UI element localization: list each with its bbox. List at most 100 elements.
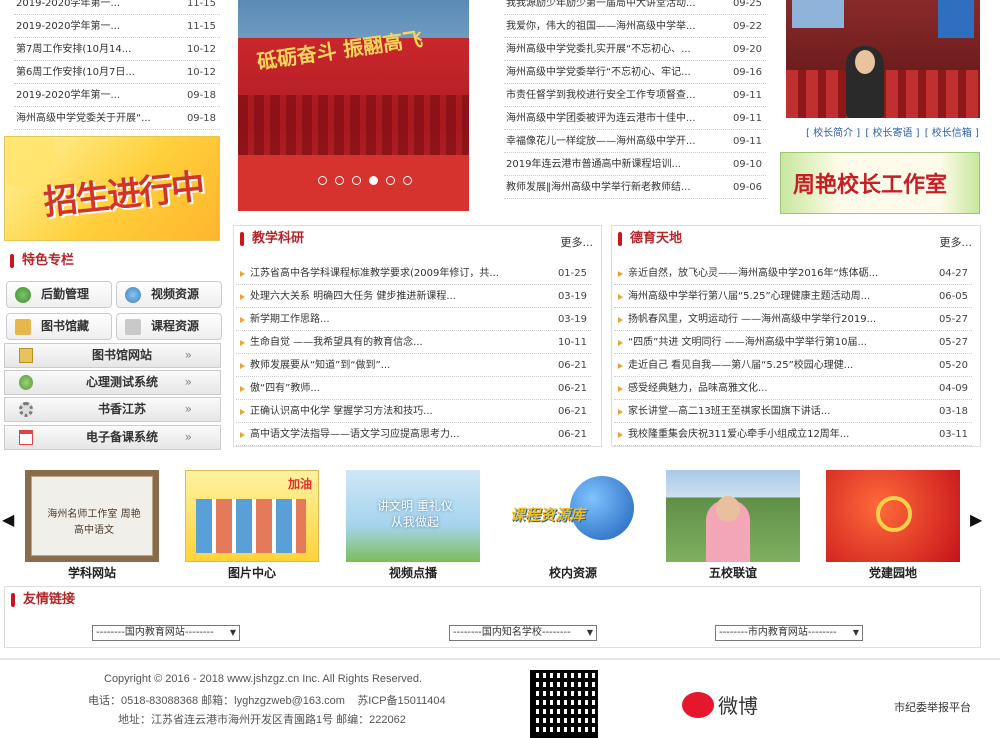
gallery-caption-party[interactable]: 党建园地 xyxy=(826,564,960,581)
report-platform-link[interactable]: 市纪委举报平台 xyxy=(894,699,971,715)
list-item[interactable]: 我我源励少年励少第一届局中大讲堂活动... 09-25 xyxy=(504,0,766,15)
list-item[interactable]: 2019年连云港市普通高中新课程培训... 09-10 xyxy=(504,153,766,176)
list-item-title[interactable]: 幸福像花儿一样绽放——海州高级中学开... xyxy=(506,130,716,152)
list-item-title[interactable]: “四质”共进 文明同行 ——海州高级中学举行第10届... xyxy=(628,331,922,353)
list-item-title[interactable]: 新学期工作思路... xyxy=(250,308,541,330)
list-item-title[interactable]: 2019-2020学年第一... xyxy=(16,0,170,14)
list-item-title[interactable]: 海州高级中学党委举行“不忘初心、牢记... xyxy=(506,61,716,83)
list-item[interactable]: 第6周工作安排(10月7日... 10-12 xyxy=(14,61,220,84)
list-item[interactable]: 我爱你，伟大的祖国——海州高级中学举... 09-22 xyxy=(504,15,766,38)
city-edu-select[interactable]: --------市内教育网站-------- xyxy=(715,625,863,641)
weibo-label[interactable]: 微博 xyxy=(718,690,758,719)
gallery-thumb-photos[interactable]: 加油 xyxy=(185,470,319,562)
list-item[interactable]: 正确认识高中化学 掌握学习方法和技巧... 06-21 xyxy=(236,400,591,423)
slide-dot[interactable] xyxy=(318,176,327,185)
recruit-banner[interactable]: 招生进行中 xyxy=(4,136,220,241)
list-item-title[interactable]: 第6周工作安排(10月7日... xyxy=(16,61,170,83)
slide-dot[interactable] xyxy=(386,176,395,185)
list-item-title[interactable]: 高中语文学法指导——语文学习应提高思考力... xyxy=(250,423,541,445)
list-item-title[interactable]: 海州高级中学举行第八届“5.25”心理健康主题活动周... xyxy=(628,285,922,307)
library-website-button[interactable]: 图书馆网站 » xyxy=(4,343,221,368)
list-item[interactable]: 家长讲堂—高二13班王至祺家长国旗下讲话... 03-18 xyxy=(614,400,972,423)
list-item[interactable]: 海州高级中学举行第八届“5.25”心理健康主题活动周... 06-05 xyxy=(614,285,972,308)
list-item[interactable]: 教师发展‖海州高级中学举行新老教师结... 09-06 xyxy=(504,176,766,199)
principal-photo[interactable] xyxy=(786,0,980,118)
list-item[interactable]: 2019-2020学年第一... 11-15 xyxy=(14,15,220,38)
list-item[interactable]: 新学期工作思路... 03-19 xyxy=(236,308,591,331)
list-item[interactable]: 感受经典魅力，品味高雅文化... 04-09 xyxy=(614,377,972,400)
list-item-title[interactable]: 处理六大关系 明确四大任务 健步推进新课程... xyxy=(250,285,541,307)
gallery-caption-photos[interactable]: 图片中心 xyxy=(185,564,319,581)
video-resource-button[interactable]: 视频资源 xyxy=(116,281,222,308)
list-item-title[interactable]: 2019年连云港市普通高中新课程培训... xyxy=(506,153,716,175)
list-item[interactable]: 2019-2020学年第一... 11-15 xyxy=(14,0,220,15)
list-item-title[interactable]: 市责任督学到我校进行安全工作专项督查... xyxy=(506,84,716,106)
moral-more-link[interactable]: 更多 xyxy=(940,234,973,250)
list-item[interactable]: 我校隆重集会庆祝311爱心牵手小组成立12周年... 03-11 xyxy=(614,423,972,446)
gallery-thumb-video[interactable]: 讲文明 重礼仪 从我做起 xyxy=(346,470,480,562)
list-item[interactable]: 走近自己 看见自我——第八届“5.25”校园心理健... 05-20 xyxy=(614,354,972,377)
slide-dot[interactable] xyxy=(335,176,344,185)
slide-dot[interactable] xyxy=(403,176,412,185)
weibo-icon[interactable] xyxy=(682,692,714,718)
list-item[interactable]: 2019-2020学年第一... 09-18 xyxy=(14,84,220,107)
list-item-title[interactable]: 第7周工作安排(10月14... xyxy=(16,38,170,60)
reading-jiangsu-button[interactable]: 书香江苏 » xyxy=(4,397,221,422)
list-item-title[interactable]: 我校隆重集会庆祝311爱心牵手小组成立12周年... xyxy=(628,423,922,445)
gallery-caption-resources[interactable]: 校内资源 xyxy=(506,564,640,581)
known-schools-select[interactable]: --------国内知名学校-------- xyxy=(449,625,597,641)
list-item[interactable]: 扬帆春风里，文明运动行 ——海州高级中学举行2019... 05-27 xyxy=(614,308,972,331)
gallery-thumb-resources[interactable]: 课程资源库 xyxy=(506,470,640,562)
edu-sites-select[interactable]: --------国内教育网站-------- xyxy=(92,625,240,641)
gallery-caption-subject[interactable]: 学科网站 xyxy=(25,564,159,581)
slideshow[interactable]: 砥砺奋斗 振翮高飞 xyxy=(238,0,469,211)
slide-dot[interactable] xyxy=(369,176,378,185)
list-item-title[interactable]: 扬帆春风里，文明运动行 ——海州高级中学举行2019... xyxy=(628,308,922,330)
list-item-title[interactable]: 教师发展‖海州高级中学举行新老教师结... xyxy=(506,176,716,198)
list-item[interactable]: 处理六大关系 明确四大任务 健步推进新课程... 03-19 xyxy=(236,285,591,308)
slide-dot[interactable] xyxy=(352,176,361,185)
list-item-title[interactable]: 家长讲堂—高二13班王至祺家长国旗下讲话... xyxy=(628,400,922,422)
list-item-title[interactable]: 正确认识高中化学 掌握学习方法和技巧... xyxy=(250,400,541,422)
list-item[interactable]: 傲“四有”教师... 06-21 xyxy=(236,377,591,400)
list-item-title[interactable]: 走近自己 看见自我——第八届“5.25”校园心理健... xyxy=(628,354,922,376)
list-item-title[interactable]: 海州高级中学团委被评为连云港市十佳中... xyxy=(506,107,716,129)
list-item[interactable]: 幸福像花儿一样绽放——海州高级中学开... 09-11 xyxy=(504,130,766,153)
list-item[interactable]: 海州高级中学团委被评为连云港市十佳中... 09-11 xyxy=(504,107,766,130)
list-item[interactable]: 江苏省高中各学科课程标准教学要求(2009年修订，共... 01-25 xyxy=(236,262,591,285)
list-item[interactable]: 生命自觉 ——我希望具有的教育信念... 10-11 xyxy=(236,331,591,354)
library-collection-button[interactable]: 图书馆藏 xyxy=(6,313,112,340)
principal-intro-link[interactable]: [ 校长简介 ] xyxy=(806,128,860,139)
list-item-title[interactable]: 2019-2020学年第一... xyxy=(16,15,170,37)
list-item-title[interactable]: 海州高级中学党委关于开展“... xyxy=(16,107,170,129)
gallery-caption-schools[interactable]: 五校联谊 xyxy=(666,564,800,581)
gallery-thumb-party[interactable] xyxy=(826,470,960,562)
principal-message-link[interactable]: [ 校长寄语 ] xyxy=(865,128,919,139)
list-item-title[interactable]: 教师发展要从“知道”到“做到”... xyxy=(250,354,541,376)
gallery-thumb-schools[interactable] xyxy=(666,470,800,562)
list-item[interactable]: 高中语文学法指导——语文学习应提高思考力... 06-21 xyxy=(236,423,591,446)
list-item-title[interactable]: 亲近自然，放飞心灵——海州高级中学2016年“炼体砺... xyxy=(628,262,922,284)
gallery-prev-arrow[interactable]: ◀ xyxy=(2,510,14,529)
principal-studio-banner[interactable]: 周艳校长工作室 xyxy=(780,152,980,214)
list-item-title[interactable]: 我我源励少年励少第一届局中大讲堂活动... xyxy=(506,0,716,14)
list-item[interactable]: 市责任督学到我校进行安全工作专项督查... 09-11 xyxy=(504,84,766,107)
list-item-title[interactable]: 海州高级中学党委扎实开展“不忘初心、... xyxy=(506,38,716,60)
gallery-caption-video[interactable]: 视频点播 xyxy=(346,564,480,581)
teaching-more-link[interactable]: 更多 xyxy=(561,234,594,250)
principal-mailbox-link[interactable]: [ 校长信箱 ] xyxy=(925,128,979,139)
list-item[interactable]: “四质”共进 文明同行 ——海州高级中学举行第10届... 05-27 xyxy=(614,331,972,354)
list-item-title[interactable]: 我爱你，伟大的祖国——海州高级中学举... xyxy=(506,15,716,37)
logistics-button[interactable]: 后勤管理 xyxy=(6,281,112,308)
psych-test-button[interactable]: 心理测试系统 » xyxy=(4,370,221,395)
lesson-prep-button[interactable]: 电子备课系统 » xyxy=(4,425,221,450)
gallery-next-arrow[interactable]: ▶ xyxy=(970,510,982,529)
list-item-title[interactable]: 傲“四有”教师... xyxy=(250,377,541,399)
list-item[interactable]: 海州高级中学党委扎实开展“不忘初心、... 09-20 xyxy=(504,38,766,61)
list-item[interactable]: 教师发展要从“知道”到“做到”... 06-21 xyxy=(236,354,591,377)
list-item-title[interactable]: 江苏省高中各学科课程标准教学要求(2009年修订，共... xyxy=(250,262,541,284)
list-item[interactable]: 海州高级中学党委举行“不忘初心、牢记... 09-16 xyxy=(504,61,766,84)
list-item-title[interactable]: 生命自觉 ——我希望具有的教育信念... xyxy=(250,331,541,353)
gallery-thumb-subject[interactable]: 海州名师工作室 周艳 高中语文 xyxy=(25,470,159,562)
course-resource-button[interactable]: 课程资源 xyxy=(116,313,222,340)
